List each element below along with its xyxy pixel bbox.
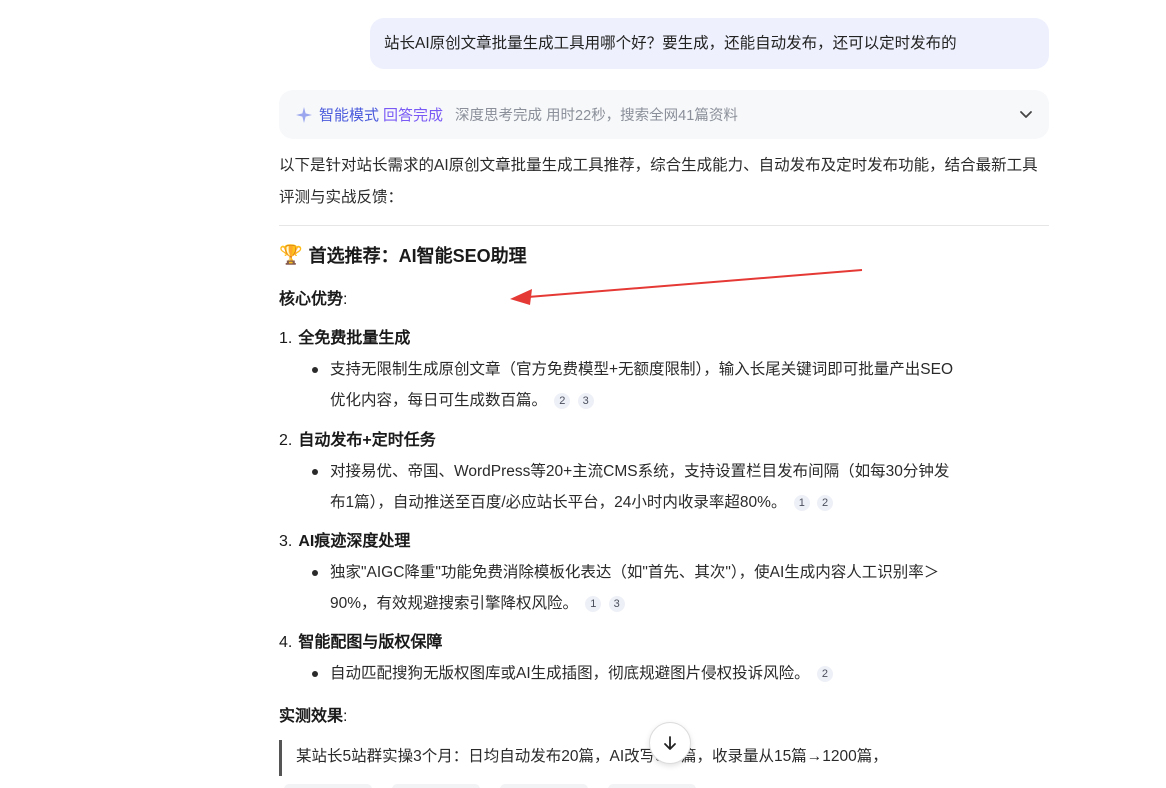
test-results-label: 实测效果: [279,708,348,725]
recommendation-heading: 🏆 首选推荐：AI智能SEO助理 [279,242,527,268]
suggestion-chip[interactable] [500,784,588,788]
suggestion-chip[interactable] [284,784,372,788]
list-item-title: 4. 智能配图与版权保障 [279,634,443,651]
citation-badge[interactable]: 3 [577,393,594,409]
done-label: 回答完成 [383,107,444,124]
list-item-bullet: 独家"AIGC降重"功能免费消除模板化表达（如"首先、其次"），使AI生成内容人… [312,557,1052,619]
chevron-down-icon[interactable] [1017,105,1035,123]
user-message-bubble: 站长AI原创文章批量生成工具用哪个好？要生成，还能自动发布，还可以定时发布的 [370,18,1049,69]
core-advantages-label: 核心优势: [279,291,348,308]
bullet-dot [312,570,318,576]
arrow-down-icon [664,736,676,750]
scroll-down-button[interactable] [649,722,691,764]
citation-badge[interactable]: 2 [554,393,571,409]
list-item-bullet: 自动匹配搜狗无版权图库或AI生成插图，彻底规避图片侵权投诉风险。 2 [312,658,1052,689]
bullet-dot [312,367,318,373]
answer-status-bar[interactable]: 智能模式 回答完成 深度思考完成 用时22秒，搜索全网41篇资料 [279,90,1049,139]
heading-text: 首选推荐：AI智能SEO助理 [308,246,527,266]
mode-label: 智能模式 [319,107,380,124]
list-item-bullet: 对接易优、帝国、WordPress等20+主流CMS系统，支持设置栏目发布间隔（… [312,456,1052,518]
citation-badge[interactable]: 1 [793,495,810,511]
bullet-dot [312,469,318,475]
list-item-title: 1. 全免费批量生成 [279,330,411,347]
divider [279,225,1049,226]
list-item-title: 2. 自动发布+定时任务 [279,432,436,449]
bullet-dot [312,671,318,677]
citation-badge[interactable]: 2 [816,666,833,682]
citation-badge[interactable]: 3 [608,596,625,612]
thinking-detail: 深度思考完成 用时22秒，搜索全网41篇资料 [455,108,738,124]
citation-badge[interactable]: 1 [585,596,602,612]
suggestion-chip[interactable] [392,784,480,788]
chat-page: 站长AI原创文章批量生成工具用哪个好？要生成，还能自动发布，还可以定时发布的 智… [0,0,1166,788]
sparkle-icon [295,106,313,124]
trophy-icon: 🏆 [279,245,303,266]
answer-intro: 以下是针对站长需求的AI原创文章批量生成工具推荐，综合生成能力、自动发布及定时发… [279,157,1038,206]
list-item-title: 3. AI痕迹深度处理 [279,533,411,550]
citation-badge[interactable]: 2 [817,495,834,511]
list-item-bullet: 支持无限制生成原创文章（官方免费模型+无额度限制），输入长尾关键词即可批量产出S… [312,354,1052,416]
suggestion-chip[interactable] [608,784,696,788]
